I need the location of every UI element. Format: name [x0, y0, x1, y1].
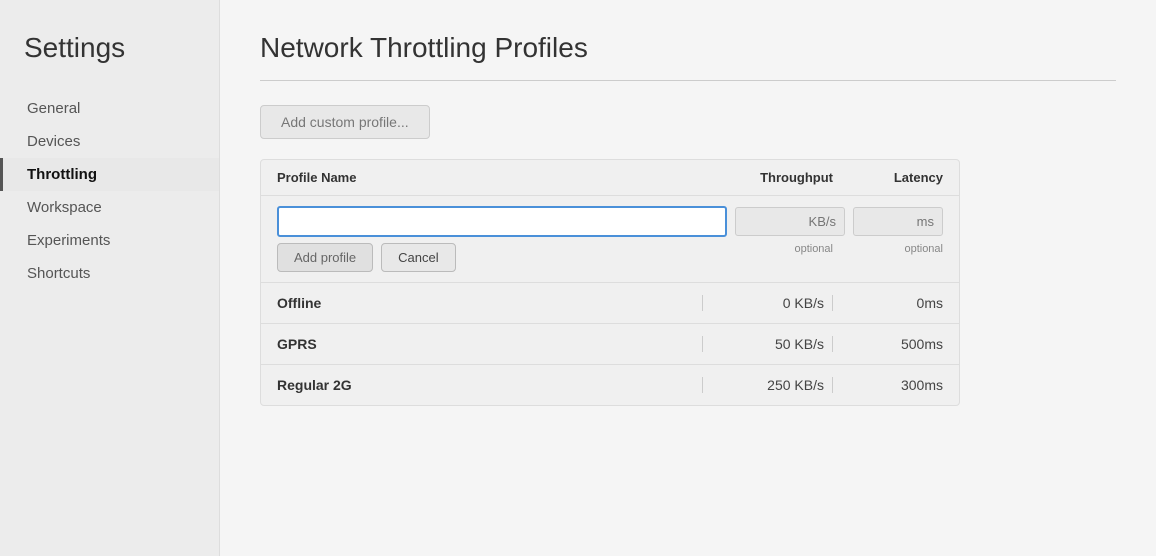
- actions-row: Add profile Cancel optional optional: [277, 243, 943, 272]
- table-row: GPRS 50 KB/s 500ms: [261, 324, 959, 365]
- sidebar-item-label: Experiments: [27, 232, 110, 249]
- profile-name-regular2g: Regular 2G: [277, 377, 703, 393]
- sidebar-item-label: Throttling: [27, 166, 97, 183]
- optional-labels: optional optional: [723, 243, 943, 255]
- profile-latency-regular2g: 300ms: [833, 377, 943, 393]
- profile-name-offline: Offline: [277, 295, 703, 311]
- latency-input[interactable]: [853, 207, 943, 236]
- sidebar-item-throttling[interactable]: Throttling: [0, 158, 219, 191]
- profile-latency-offline: 0ms: [833, 295, 943, 311]
- cancel-button[interactable]: Cancel: [381, 243, 455, 272]
- new-profile-row: Add profile Cancel optional optional: [261, 196, 959, 283]
- profile-throughput-regular2g: 250 KB/s: [703, 377, 833, 393]
- sidebar-item-label: Workspace: [27, 199, 102, 216]
- sidebar-item-label: General: [27, 100, 80, 117]
- profiles-table: Profile Name Throughput Latency Add prof…: [260, 159, 960, 406]
- sidebar-item-label: Shortcuts: [27, 265, 90, 282]
- optional-latency-label: optional: [853, 243, 943, 255]
- new-profile-inputs: [277, 206, 943, 237]
- sidebar-item-shortcuts[interactable]: Shortcuts: [0, 257, 219, 290]
- action-buttons: Add profile Cancel: [277, 243, 723, 272]
- profile-latency-gprs: 500ms: [833, 336, 943, 352]
- sidebar-item-devices[interactable]: Devices: [0, 125, 219, 158]
- profile-name-gprs: GPRS: [277, 336, 703, 352]
- divider: [260, 80, 1116, 81]
- sidebar-item-general[interactable]: General: [0, 92, 219, 125]
- profile-throughput-offline: 0 KB/s: [703, 295, 833, 311]
- profile-throughput-gprs: 50 KB/s: [703, 336, 833, 352]
- col-header-latency: Latency: [833, 170, 943, 185]
- profile-name-input[interactable]: [277, 206, 727, 237]
- col-header-throughput: Throughput: [703, 170, 833, 185]
- table-header: Profile Name Throughput Latency: [261, 160, 959, 196]
- table-row: Offline 0 KB/s 0ms: [261, 283, 959, 324]
- throughput-input[interactable]: [735, 207, 845, 236]
- col-header-name: Profile Name: [277, 170, 703, 185]
- sidebar: Settings General Devices Throttling Work…: [0, 0, 220, 556]
- add-custom-profile-button[interactable]: Add custom profile...: [260, 105, 430, 139]
- sidebar-nav: General Devices Throttling Workspace Exp…: [0, 92, 219, 290]
- sidebar-item-workspace[interactable]: Workspace: [0, 191, 219, 224]
- page-title: Network Throttling Profiles: [260, 32, 1116, 64]
- optional-throughput-label: optional: [723, 243, 833, 255]
- sidebar-title: Settings: [0, 32, 219, 92]
- table-row: Regular 2G 250 KB/s 300ms: [261, 365, 959, 405]
- add-profile-button[interactable]: Add profile: [277, 243, 373, 272]
- main-content: Network Throttling Profiles Add custom p…: [220, 0, 1156, 556]
- sidebar-item-label: Devices: [27, 133, 80, 150]
- sidebar-item-experiments[interactable]: Experiments: [0, 224, 219, 257]
